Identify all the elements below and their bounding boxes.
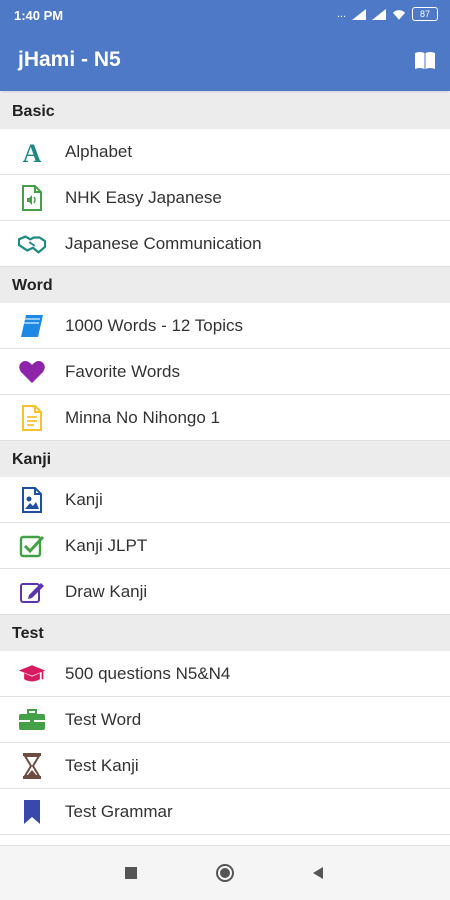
battery-icon: 87 bbox=[412, 7, 438, 21]
menu-item[interactable]: Kanji JLPT bbox=[0, 523, 450, 569]
app-bar: jHami - N5 bbox=[0, 30, 450, 91]
circle-icon bbox=[216, 864, 234, 882]
handshake-icon bbox=[18, 230, 46, 258]
menu-item-label: Kanji bbox=[65, 490, 103, 509]
menu-item-label: Test Word bbox=[65, 710, 142, 729]
signal-icon bbox=[352, 8, 366, 20]
app-title: jHami - N5 bbox=[18, 48, 121, 71]
menu-item-label: Minna No Nihongo 1 bbox=[65, 408, 220, 427]
status-icons: ... 87 bbox=[337, 7, 438, 21]
heart-icon bbox=[18, 358, 46, 386]
menu-item-label: Test Kanji bbox=[65, 756, 139, 775]
back-button[interactable] bbox=[308, 863, 328, 883]
briefcase-icon bbox=[18, 706, 46, 734]
menu-item[interactable]: NHK Easy Japanese bbox=[0, 175, 450, 221]
system-nav-bar bbox=[0, 845, 450, 900]
menu-item[interactable]: 500 questions N5&N4 bbox=[0, 651, 450, 697]
menu-item-label: Alphabet bbox=[65, 142, 133, 161]
back-triangle-icon bbox=[313, 867, 323, 879]
status-time: 1:40 PM bbox=[14, 8, 64, 23]
audio-file-icon bbox=[18, 184, 46, 212]
menu-item-label: Favorite Words bbox=[65, 362, 180, 381]
menu-item[interactable]: 1000 Words - 12 Topics bbox=[0, 303, 450, 349]
menu-list: Basic A Alphabet NHK Easy Japanese Japanese … bbox=[0, 93, 450, 846]
section-header: Test bbox=[0, 615, 450, 651]
edit-icon bbox=[18, 578, 46, 606]
bookmark-icon bbox=[18, 798, 46, 826]
menu-item-label: Kanji JLPT bbox=[65, 536, 148, 555]
home-button[interactable] bbox=[215, 863, 235, 883]
status-dots: ... bbox=[336, 8, 346, 20]
menu-item[interactable]: Japanese Communication bbox=[0, 221, 450, 267]
image-file-icon bbox=[18, 486, 46, 514]
menu-item-label: NHK Easy Japanese bbox=[65, 188, 222, 207]
section-header: Word bbox=[0, 267, 450, 303]
menu-item[interactable]: Draw Kanji bbox=[0, 569, 450, 615]
hourglass-icon bbox=[18, 752, 46, 780]
checkbox-icon bbox=[18, 532, 46, 560]
book-icon bbox=[18, 312, 46, 340]
menu-item[interactable]: Test Word bbox=[0, 697, 450, 743]
menu-item[interactable]: Test Grammar bbox=[0, 789, 450, 835]
open-book-icon[interactable] bbox=[414, 50, 436, 70]
wifi-icon bbox=[392, 9, 406, 20]
status-bar: 1:40 PM ... 87 bbox=[0, 0, 450, 30]
document-icon bbox=[18, 404, 46, 432]
menu-item[interactable]: Test Kanji bbox=[0, 743, 450, 789]
menu-item-label: Japanese Communication bbox=[65, 234, 262, 253]
menu-item-label: Test Grammar bbox=[65, 802, 173, 821]
square-icon bbox=[125, 867, 137, 879]
menu-item[interactable]: Kanji bbox=[0, 477, 450, 523]
section-header: Kanji bbox=[0, 441, 450, 477]
alphabet-icon: A bbox=[18, 138, 46, 166]
menu-item[interactable]: Favorite Words bbox=[0, 349, 450, 395]
recents-button[interactable] bbox=[121, 863, 141, 883]
svg-text:A: A bbox=[23, 139, 42, 165]
menu-item-label: 500 questions N5&N4 bbox=[65, 664, 231, 683]
section-header: Basic bbox=[0, 93, 450, 129]
menu-item[interactable]: A Alphabet bbox=[0, 129, 450, 175]
menu-item[interactable]: Minna No Nihongo 1 bbox=[0, 395, 450, 441]
menu-item-label: Draw Kanji bbox=[65, 582, 148, 601]
graduation-cap-icon bbox=[18, 660, 46, 688]
signal-icon bbox=[372, 8, 386, 20]
menu-item-label: 1000 Words - 12 Topics bbox=[65, 316, 243, 335]
